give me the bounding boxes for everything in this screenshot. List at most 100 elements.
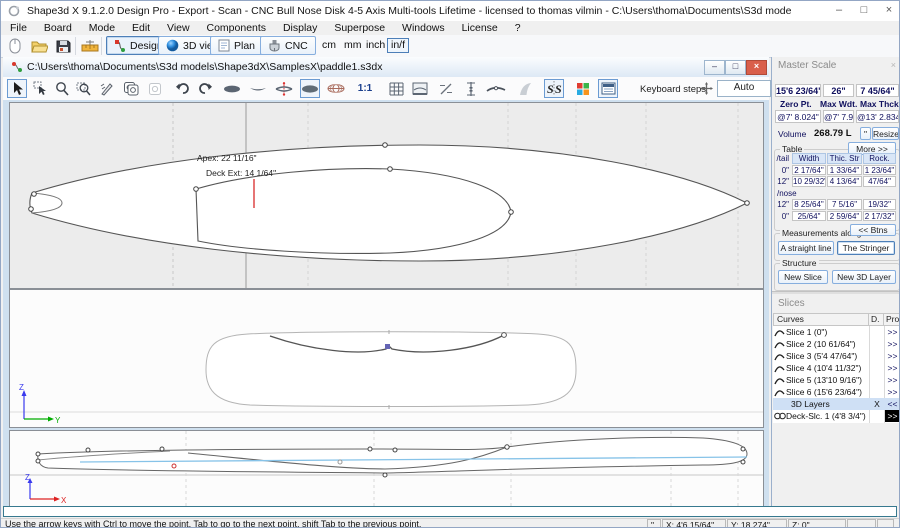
resize-button[interactable]: Resize [872, 127, 899, 140]
table-cell[interactable]: 19/32" [863, 199, 896, 210]
edit-line[interactable] [3, 506, 897, 517]
plan-view-panel[interactable]: Apex: 22 11/16" Deck Ext: 14 1/64" [9, 102, 764, 289]
curve-edit-icon[interactable] [486, 79, 506, 98]
table-cell[interactable]: 1 33/64" [827, 165, 862, 176]
filled-board-icon[interactable] [300, 79, 320, 98]
table-cell[interactable]: 7 5/16" [827, 199, 862, 210]
new-3d-layer-button[interactable]: New 3D Layer [832, 270, 896, 284]
width-value[interactable]: 26" [823, 84, 854, 97]
properties-panel-icon[interactable] [598, 79, 618, 98]
select-arrow-icon[interactable] [7, 79, 27, 98]
scale-ruler-icon[interactable] [80, 37, 100, 55]
rocker-view-icon[interactable] [248, 79, 268, 98]
table-cell[interactable]: 2 17/64" [792, 165, 826, 176]
prop-column-header[interactable]: Prop. [883, 313, 900, 326]
menu-file[interactable]: File [3, 21, 34, 35]
color-panels-icon[interactable] [573, 79, 593, 98]
table-cell[interactable]: 8 25/64" [792, 199, 826, 210]
menu-display[interactable]: Display [276, 21, 324, 35]
unit-mm[interactable]: mm [341, 39, 365, 52]
undo-icon[interactable] [172, 79, 192, 98]
slice-row-6[interactable]: Slice 6 (15'6 23/64")>> [773, 386, 900, 398]
slice-prop-button[interactable]: >> [885, 351, 900, 361]
stringer-compare-icon[interactable]: SS [544, 79, 564, 98]
layers-display-toggle[interactable]: X [870, 399, 884, 409]
stringer-button[interactable]: The Stringer [837, 241, 895, 255]
minimize-button[interactable]: – [827, 1, 851, 20]
menu-view[interactable]: View [160, 21, 197, 35]
thickness-value[interactable]: 7 45/64" [856, 84, 899, 97]
zoom-icon[interactable] [52, 79, 72, 98]
menu-mode[interactable]: Mode [82, 21, 122, 35]
deck-prop-button[interactable]: >> [885, 410, 900, 422]
thickness-view-icon[interactable] [274, 79, 294, 98]
menu-board[interactable]: Board [37, 21, 79, 35]
layers-prop-button[interactable]: << [885, 399, 900, 409]
table-cell[interactable]: 2 59/64" [827, 211, 862, 222]
slice-position-icon[interactable] [461, 79, 481, 98]
d-column-header[interactable]: D. [868, 313, 884, 326]
redo-icon[interactable] [195, 79, 215, 98]
menu-superpose[interactable]: Superpose [327, 21, 392, 35]
slice-row-1[interactable]: Slice 1 (0")>> [773, 326, 900, 338]
close-button[interactable]: × [877, 1, 900, 20]
max-thck-value[interactable]: @13' 2.834" [856, 110, 899, 123]
mouse-settings-icon[interactable] [5, 37, 25, 55]
measure-pen-icon[interactable] [97, 79, 117, 98]
slice-prop-button[interactable]: >> [885, 339, 900, 349]
3d-layers-row[interactable]: 3D Layers X << [773, 398, 900, 410]
select-zone-icon[interactable] [30, 79, 50, 98]
slice-row-3[interactable]: Slice 3 (5'4 47/64")>> [773, 350, 900, 362]
curves-column-header[interactable]: Curves [773, 313, 869, 326]
guidelines-icon[interactable] [410, 79, 430, 98]
copy-icon[interactable] [121, 79, 141, 98]
move-cross-icon[interactable] [696, 79, 716, 98]
volume-unit-button[interactable]: " [860, 127, 871, 140]
menu-windows[interactable]: Windows [395, 21, 452, 35]
grid-icon[interactable] [386, 79, 406, 98]
zoom-area-icon[interactable] [74, 79, 94, 98]
unit-inf[interactable]: in/f [387, 38, 409, 53]
table-cell[interactable]: 1 23/64" [863, 165, 896, 176]
menu-edit[interactable]: Edit [125, 21, 157, 35]
slice-row-4[interactable]: Slice 4 (10'4 11/32")>> [773, 362, 900, 374]
slice-prop-button[interactable]: >> [885, 375, 900, 385]
slice-view-panel[interactable]: Z Y [9, 289, 764, 428]
btns-toggle-button[interactable]: << Btns [850, 224, 896, 236]
slice-prop-button[interactable]: >> [885, 363, 900, 373]
document-minimize-button[interactable]: – [704, 60, 725, 75]
max-wdt-value[interactable]: @7' 7.954" [823, 110, 854, 123]
document-restore-button[interactable]: □ [725, 60, 746, 75]
slice-prop-button[interactable]: >> [885, 327, 900, 337]
wireframe-board-icon[interactable] [326, 79, 346, 98]
document-close-button[interactable]: × [746, 60, 767, 75]
unit-cm[interactable]: cm [319, 39, 339, 52]
unit-inch[interactable]: inch [363, 39, 388, 52]
master-scale-close-icon[interactable]: × [891, 60, 896, 70]
deck-slice-row[interactable]: Deck-Slc. 1 (4'8 3/4") >> [773, 410, 900, 422]
slice-prop-button[interactable]: >> [885, 387, 900, 397]
auto-button[interactable]: Auto [717, 80, 771, 97]
table-cell[interactable]: 4 13/64" [827, 176, 862, 187]
slice-row-2[interactable]: Slice 2 (10 61/64")>> [773, 338, 900, 350]
menu-license[interactable]: License [455, 21, 505, 35]
straight-line-button[interactable]: A straight line [778, 241, 834, 255]
maximize-button[interactable]: □ [852, 1, 876, 20]
slice-row-5[interactable]: Slice 5 (13'10 9/16")>> [773, 374, 900, 386]
table-cell[interactable]: 47/64" [863, 176, 896, 187]
menu-components[interactable]: Components [200, 21, 274, 35]
table-cell[interactable]: 2 17/32" [863, 211, 896, 222]
open-file-icon[interactable] [29, 37, 49, 55]
new-slice-button[interactable]: New Slice [778, 270, 828, 284]
dimensions-icon[interactable] [436, 79, 456, 98]
one-to-one-icon[interactable]: 1:1 [355, 79, 375, 98]
save-icon[interactable] [53, 37, 73, 55]
document-tab[interactable]: C:\Users\thoma\Documents\S3d models\Shap… [3, 57, 769, 78]
menu-help[interactable]: ? [508, 21, 528, 35]
length-value[interactable]: 15'6 23/64" [775, 84, 821, 97]
outline-view-icon[interactable] [222, 79, 242, 98]
table-cell[interactable]: 25/64" [792, 211, 826, 222]
table-cell[interactable]: 10 29/32" [792, 176, 826, 187]
zero-pt-value[interactable]: @7' 8.024" [775, 110, 821, 123]
profile-view-panel[interactable]: Z X [9, 430, 764, 507]
